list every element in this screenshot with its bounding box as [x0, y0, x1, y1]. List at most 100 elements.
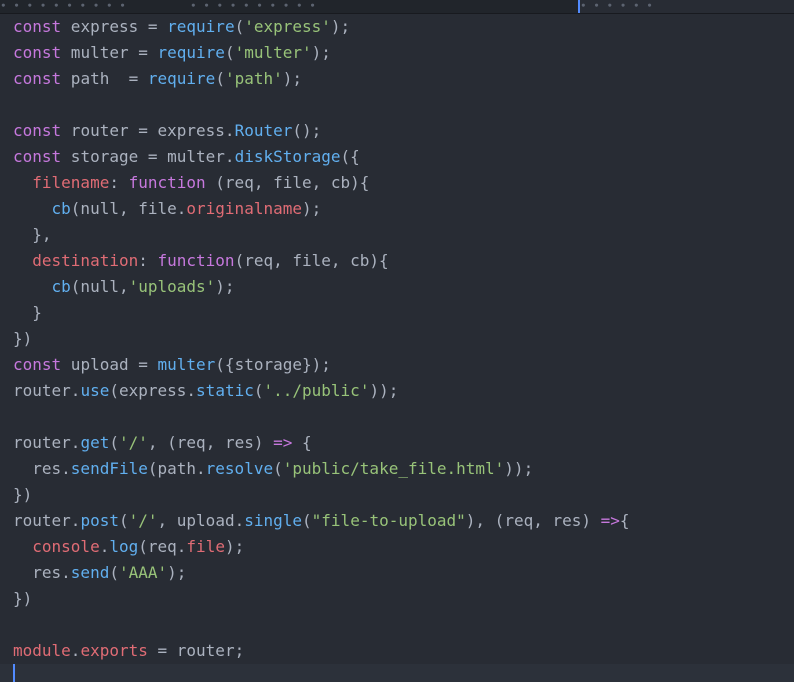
code-token: const	[13, 43, 62, 62]
code-line[interactable]: })	[13, 586, 794, 612]
code-token: file	[186, 537, 225, 556]
code-token: (	[215, 69, 225, 88]
code-token: (	[273, 459, 283, 478]
code-token: const	[13, 69, 62, 88]
code-token: require	[147, 69, 216, 88]
code-line[interactable]	[13, 612, 794, 638]
code-token: send	[70, 563, 110, 582]
text-cursor	[13, 664, 15, 682]
code-token: post	[80, 511, 119, 530]
code-token: static	[196, 381, 254, 400]
code-token: resolve	[205, 459, 274, 478]
code-token: multer	[157, 355, 216, 374]
code-token: (	[302, 511, 312, 530]
code-token: require	[167, 17, 235, 36]
editor-tab[interactable]: ∙ ∙ ∙ ∙ ∙ ∙ ∙ ∙ ∙ ∙	[0, 0, 190, 13]
code-token: , upload.	[157, 511, 245, 530]
code-token: (null, file.	[70, 199, 187, 218]
code-token: const	[13, 121, 62, 140]
code-line[interactable]: filename: function (req, file, cb){	[13, 170, 794, 196]
code-token: );	[224, 537, 245, 556]
code-token: })	[13, 589, 33, 608]
code-token: require	[157, 43, 225, 62]
code-token: function	[128, 173, 206, 192]
active-tab-indicator	[578, 0, 580, 13]
code-token: .	[70, 641, 81, 660]
code-token: (	[109, 433, 119, 452]
code-token: module	[13, 641, 71, 660]
code-area[interactable]: const express = require('express'); const…	[13, 14, 794, 664]
code-line[interactable]: },	[13, 222, 794, 248]
code-line[interactable]: router.use(express.static('../public'));	[13, 378, 794, 404]
code-token: ), (req, res)	[465, 511, 601, 530]
code-line[interactable]: const storage = multer.diskStorage({	[13, 144, 794, 170]
code-line[interactable]: router.get('/', (req, res) => {	[13, 430, 794, 456]
code-token: {	[292, 433, 312, 452]
code-token: :	[109, 173, 129, 192]
code-token: cb	[51, 277, 71, 296]
code-line[interactable]: module.exports = router;	[13, 638, 794, 664]
code-token: 'AAA'	[118, 563, 168, 582]
code-token: );	[330, 17, 351, 36]
code-token: );	[301, 199, 322, 218]
code-token: (express.	[109, 381, 197, 400]
code-token: =>	[273, 433, 293, 452]
code-line[interactable]: cb(null, file.originalname);	[13, 196, 794, 222]
code-token: "file-to-upload"	[311, 511, 466, 530]
code-token: (null,	[70, 277, 129, 296]
code-token: 'multer'	[234, 43, 312, 62]
code-line[interactable]: const express = require('express');	[13, 14, 794, 40]
code-token: (req, file, cb){	[234, 251, 389, 270]
code-line[interactable]: res.send('AAA');	[13, 560, 794, 586]
code-token: );	[311, 43, 331, 62]
code-editor[interactable]: ∙ ∙ ∙ ∙ ∙ ∙ ∙ ∙ ∙ ∙ ∙ ∙ ∙ ∙ ∙ ∙ ∙ ∙ ∙ ∙ …	[0, 0, 794, 682]
code-token: (path.	[147, 459, 206, 478]
code-token: }	[13, 303, 42, 322]
code-token: const	[13, 147, 62, 166]
code-line[interactable]: cb(null,'uploads');	[13, 274, 794, 300]
code-line[interactable]: const upload = multer({storage});	[13, 352, 794, 378]
code-line[interactable]	[13, 404, 794, 430]
code-line[interactable]: })	[13, 326, 794, 352]
code-token: = router;	[147, 641, 245, 660]
code-line[interactable]: const multer = require('multer');	[13, 40, 794, 66]
code-token: use	[80, 381, 110, 400]
code-line[interactable]: router.post('/', upload.single("file-to-…	[13, 508, 794, 534]
code-token: (	[234, 17, 245, 36]
code-line[interactable]: destination: function(req, file, cb){	[13, 248, 794, 274]
code-token: single	[244, 511, 303, 530]
code-token: router.	[13, 511, 81, 530]
editor-tab[interactable]: ∙ ∙ ∙ ∙ ∙ ∙ ∙ ∙ ∙ ∙	[190, 0, 578, 13]
code-token: '/'	[128, 511, 158, 530]
tab-bar: ∙ ∙ ∙ ∙ ∙ ∙ ∙ ∙ ∙ ∙ ∙ ∙ ∙ ∙ ∙ ∙ ∙ ∙ ∙ ∙ …	[0, 0, 794, 14]
code-token: })	[13, 329, 33, 348]
code-token: ();	[292, 121, 322, 140]
code-token: );	[215, 277, 235, 296]
code-token: function	[157, 251, 235, 270]
code-token: ));	[504, 459, 534, 478]
code-token: (	[224, 43, 235, 62]
code-line[interactable]: })	[13, 482, 794, 508]
code-token: :	[138, 251, 158, 270]
code-token: const	[13, 355, 62, 374]
code-line[interactable]: const path = require('path');	[13, 66, 794, 92]
code-line[interactable]: console.log(req.file);	[13, 534, 794, 560]
code-line[interactable]: const router = express.Router();	[13, 118, 794, 144]
code-token: ({	[340, 147, 360, 166]
code-token: storage = multer.	[61, 147, 235, 166]
code-line[interactable]	[13, 92, 794, 118]
code-token: router = express.	[61, 121, 235, 140]
code-token: '../public'	[263, 381, 370, 400]
code-token: =>	[600, 511, 620, 530]
code-token: console	[32, 537, 100, 556]
code-line[interactable]: res.sendFile(path.resolve('public/take_f…	[13, 456, 794, 482]
code-token: .	[99, 537, 110, 556]
code-token: filename	[32, 173, 110, 192]
code-token: ));	[369, 381, 399, 400]
editor-tab-active[interactable]: ∙ ∙ ∙ ∙ ∙ ∙	[580, 0, 794, 13]
code-line[interactable]: }	[13, 300, 794, 326]
code-token: })	[13, 485, 33, 504]
code-token: multer =	[61, 43, 158, 62]
